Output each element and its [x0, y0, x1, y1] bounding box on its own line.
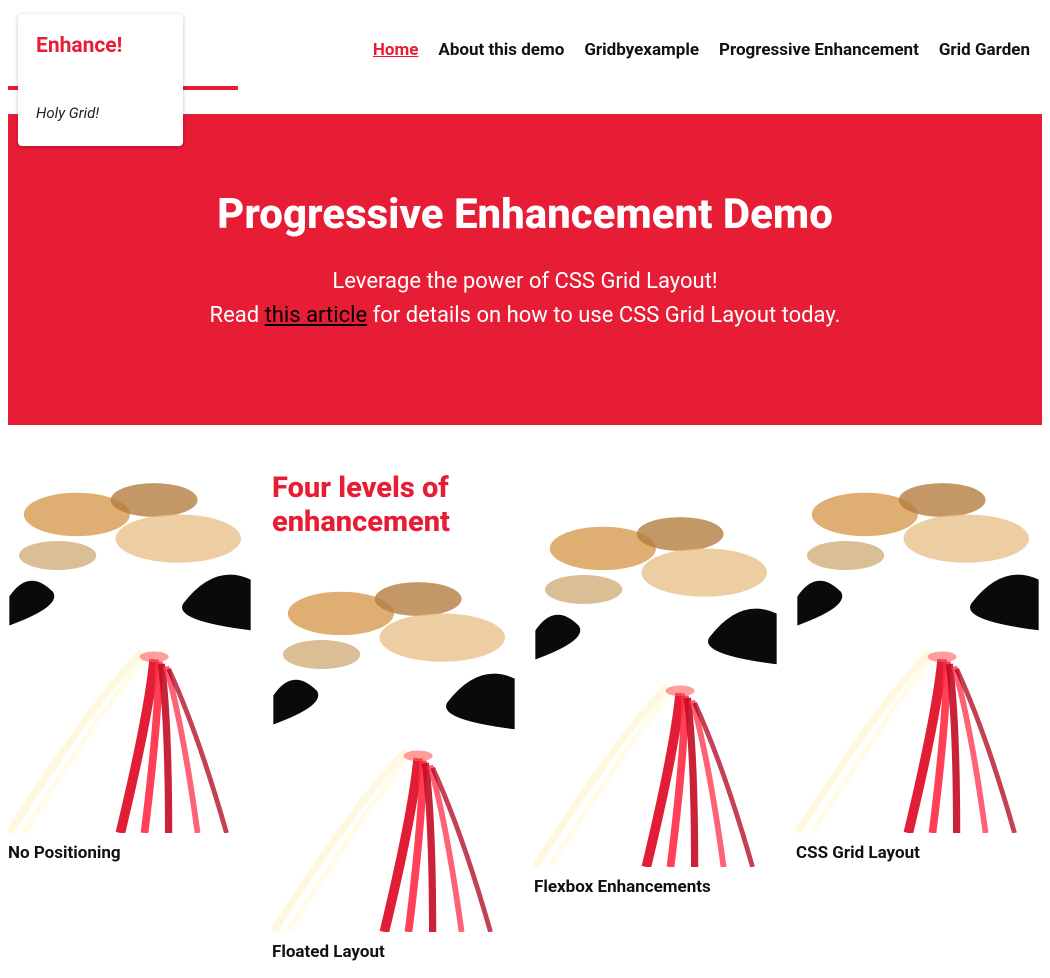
enhance-overlay-card: Enhance! Holy Grid!: [18, 14, 183, 146]
card-no-positioning: No Positioning: [8, 471, 252, 863]
overlay-title: Enhance!: [36, 34, 165, 58]
nav-progressive-enhancement[interactable]: Progressive Enhancement: [719, 40, 919, 60]
nav-grid-garden[interactable]: Grid Garden: [939, 40, 1030, 60]
card-caption-flexbox: Flexbox Enhancements: [534, 877, 778, 897]
traffic-image-icon: [8, 471, 252, 833]
traffic-image-icon: [796, 471, 1040, 833]
hero-heading: Progressive Enhancement Demo: [48, 190, 1002, 239]
card-css-grid: CSS Grid Layout: [796, 471, 1040, 863]
traffic-image-icon: [534, 505, 778, 867]
card-caption-floated-layout: Floated Layout: [272, 942, 516, 962]
card-flexbox: Flexbox Enhancements: [534, 505, 778, 897]
card-caption-no-positioning: No Positioning: [8, 843, 252, 863]
hero-line-2-post: for details on how to use CSS Grid Layou…: [367, 303, 840, 328]
hero-line-1: Leverage the power of CSS Grid Layout!: [48, 265, 1002, 299]
hero-banner: Progressive Enhancement Demo Leverage th…: [8, 114, 1042, 425]
card-caption-css-grid: CSS Grid Layout: [796, 843, 1040, 863]
nav-home[interactable]: Home: [373, 40, 419, 60]
nav-gridbyexample[interactable]: Gridbyexample: [584, 40, 699, 60]
nav-about[interactable]: About this demo: [438, 40, 564, 60]
traffic-image-icon: [272, 570, 516, 932]
section-title: Four levels of enhancement: [272, 471, 492, 539]
hero-article-link[interactable]: this article: [265, 303, 368, 328]
card-floated-layout: Floated Layout: [272, 570, 516, 962]
hero-line-2: Read this article for details on how to …: [48, 299, 1002, 333]
main-nav: Home About this demo Gridbyexample Progr…: [373, 40, 1030, 60]
enhancement-cards-section: Four levels of enhancement No Positionin…: [0, 425, 1050, 945]
overlay-subtitle: Holy Grid!: [36, 104, 165, 122]
hero-line-2-pre: Read: [210, 303, 265, 328]
